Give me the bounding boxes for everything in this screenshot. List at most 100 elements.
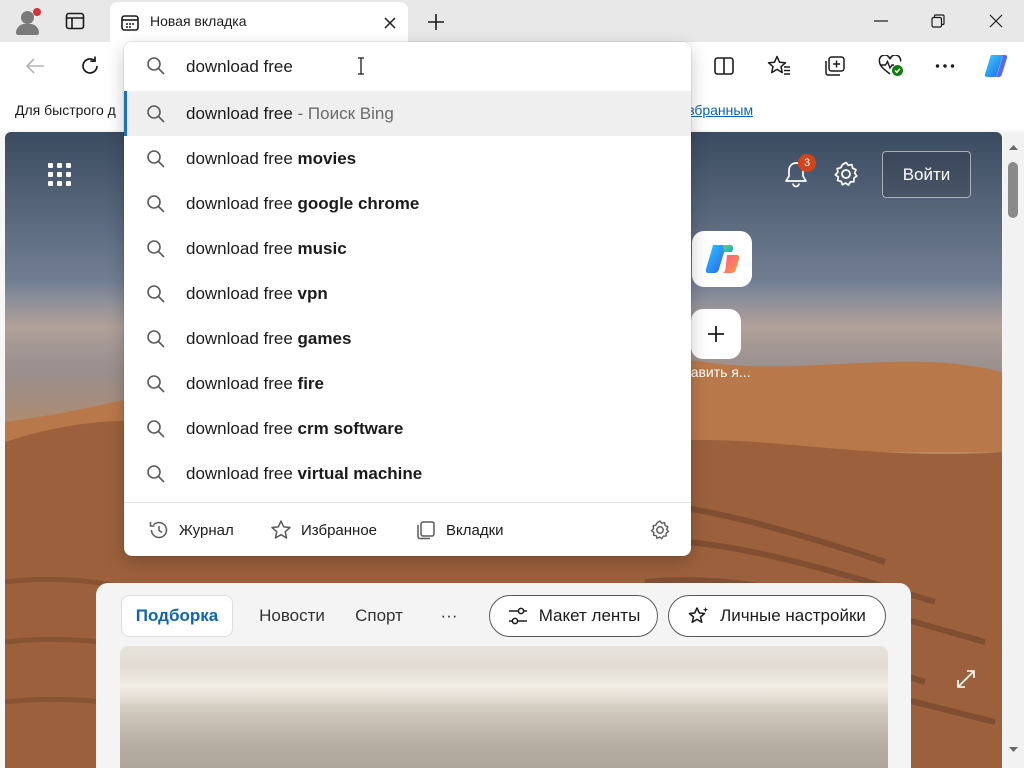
news-feed: Подборка Новости Спорт ··· Макет ленты Л… [96, 583, 911, 768]
expand-background-icon[interactable] [955, 668, 977, 690]
suggestion-item[interactable]: download free - Поиск Bing [124, 91, 691, 136]
suggestion-text: download free vpn [186, 284, 328, 304]
suggestion-search-icon [146, 419, 166, 444]
minimize-icon[interactable] [861, 6, 901, 36]
tab-strip: Новая вкладка [0, 0, 1024, 42]
feed-tab-news[interactable]: Новости [252, 595, 332, 637]
suggestion-prefix: download free [186, 239, 298, 258]
sparkle-star-icon [688, 607, 709, 623]
suggestion-search-icon [146, 239, 166, 264]
tabs-stack-icon [417, 521, 435, 540]
history-clock-icon [149, 521, 168, 539]
restore-icon[interactable] [918, 6, 958, 36]
suggestion-prefix: download free [186, 104, 293, 123]
copilot-icon[interactable] [982, 51, 1012, 81]
dropdown-settings-button[interactable] [649, 518, 680, 542]
newtab-page-icon [120, 13, 140, 33]
search-icon [147, 57, 165, 75]
suggestion-search-icon [146, 374, 166, 399]
personalize-button[interactable]: Личные настройки [668, 595, 886, 637]
suggestion-item[interactable]: download free fire [124, 361, 691, 406]
new-tab-plus-icon[interactable] [422, 8, 450, 36]
copilot-tile[interactable] [692, 231, 752, 287]
split-screen-icon[interactable] [709, 51, 739, 81]
suggestion-text: download free virtual machine [186, 464, 422, 484]
suggestion-text: download free fire [186, 374, 324, 394]
suggestion-completion: movies [297, 149, 357, 168]
browser-essentials-icon[interactable] [876, 51, 906, 81]
suggestion-text: download free - Поиск Bing [186, 104, 394, 124]
personalize-label: Личные настройки [720, 606, 866, 625]
close-tab-icon[interactable] [378, 11, 402, 35]
suggestion-completion: vpn [297, 284, 328, 303]
collections-icon[interactable] [820, 51, 850, 81]
suggestion-completion: virtual machine [297, 464, 423, 483]
suggestion-item[interactable]: download free movies [124, 136, 691, 181]
add-shortcut-tile[interactable] [691, 309, 741, 359]
back-arrow-icon[interactable] [20, 51, 50, 81]
suggestion-prefix: download free [186, 284, 298, 303]
suggestion-search-icon [146, 104, 166, 129]
suggestion-prefix: download free [186, 149, 298, 168]
suggestion-item[interactable]: download free google chrome [124, 181, 691, 226]
scrollbar-thumb[interactable] [1008, 162, 1018, 218]
suggestion-item[interactable]: download free crm software [124, 406, 691, 451]
suggestion-prefix: download free [186, 419, 298, 438]
suggestion-text: download free music [186, 239, 347, 259]
add-shortcut-label: бавить я... [683, 364, 751, 380]
history-label: Журнал [179, 521, 234, 539]
favorites-label: Избранное [301, 521, 378, 539]
favorites-star-outline-icon [271, 520, 291, 539]
dropdown-footer: Журнал Избранное Вкладки [124, 502, 691, 556]
settings-gear-icon [650, 520, 670, 540]
suggestion-prefix: download free [186, 194, 298, 213]
suggestion-text: download free games [186, 329, 351, 349]
address-bar-input[interactable]: download free [124, 42, 691, 90]
suggestion-search-engine-hint: - Поиск Bing [292, 104, 394, 123]
tab-new-tab[interactable]: Новая вкладка [110, 2, 408, 42]
suggestion-text: download free crm software [186, 419, 403, 439]
sliders-icon [508, 607, 527, 625]
suggestion-item[interactable]: download free games [124, 316, 691, 361]
notification-count-badge: 3 [798, 154, 816, 172]
apps-launcher-icon[interactable] [45, 160, 75, 190]
add-shortcut-plus-icon [708, 326, 724, 342]
tab-actions-icon[interactable] [62, 9, 88, 33]
suggestion-text: download free movies [186, 149, 356, 169]
feed-hero-image[interactable] [120, 646, 888, 768]
feed-tab-selected[interactable]: Подборка [121, 595, 233, 637]
suggestion-search-icon [146, 284, 166, 309]
suggestion-search-icon [146, 194, 166, 219]
address-suggestions-dropdown: download free download free - Поиск Bing… [124, 42, 691, 556]
suggestion-item[interactable]: download free vpn [124, 271, 691, 316]
suggestion-search-icon [146, 464, 166, 489]
favorites-bar-hint: Для быстрого д [15, 102, 116, 118]
suggestion-completion: music [297, 239, 347, 258]
feed-layout-button[interactable]: Макет ленты [489, 595, 658, 637]
favorites-star-icon[interactable] [764, 51, 794, 81]
suggestion-item[interactable]: download free virtual machine [124, 451, 691, 496]
more-options-icon[interactable] [930, 51, 960, 81]
suggestion-completion: games [297, 329, 352, 348]
profile-avatar-icon[interactable] [14, 8, 42, 36]
suggestion-item[interactable]: download free music [124, 226, 691, 271]
suggestion-text: download free google chrome [186, 194, 419, 214]
favorites-button[interactable]: Избранное [270, 518, 377, 542]
refresh-icon[interactable] [75, 51, 105, 81]
tabs-label: Вкладки [446, 521, 504, 539]
scroll-down-arrow-icon[interactable] [1008, 744, 1019, 755]
scroll-up-arrow-icon[interactable] [1008, 142, 1019, 153]
close-window-icon[interactable] [976, 6, 1016, 36]
suggestion-completion: fire [297, 374, 324, 393]
feed-tab-sport[interactable]: Спорт [348, 595, 410, 637]
address-bar-value[interactable]: download free [186, 57, 293, 77]
sign-in-button[interactable]: Войти [882, 151, 971, 198]
feed-tab-more[interactable]: ··· [430, 595, 468, 637]
suggestion-completion: google chrome [297, 194, 420, 213]
tab-title: Новая вкладка [150, 13, 247, 29]
tabs-button[interactable]: Вкладки [415, 518, 504, 542]
page-settings-gear-icon[interactable] [832, 160, 862, 190]
suggestion-search-icon [146, 329, 166, 354]
page-scrollbar[interactable] [1003, 132, 1024, 768]
history-button[interactable]: Журнал [148, 518, 234, 542]
